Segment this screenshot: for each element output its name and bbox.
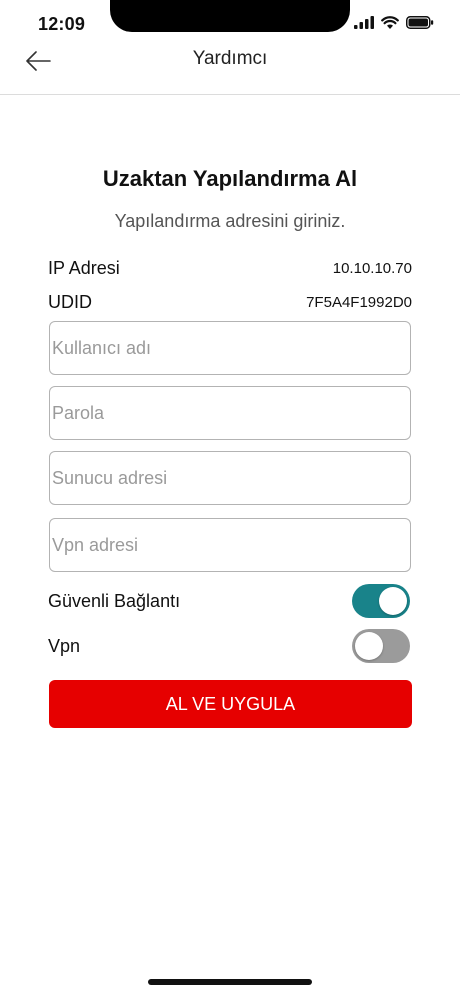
- page-title: Uzaktan Yapılandırma Al: [102, 166, 358, 191]
- home-indicator[interactable]: [148, 979, 312, 985]
- udid-row: UDID 7F5A4F1992D0: [48, 289, 412, 315]
- ip-address-row: IP Adresi 10.10.10.70: [48, 255, 412, 281]
- server-address-input[interactable]: [49, 451, 411, 505]
- udid-value: 7F5A4F1992D0: [306, 293, 412, 311]
- fetch-and-apply-button[interactable]: AL VE UYGULA: [49, 680, 412, 728]
- vpn-label: Vpn: [48, 635, 81, 656]
- wifi-icon: [381, 16, 399, 29]
- secure-connection-row: Güvenli Bağlantı: [48, 584, 410, 618]
- cellular-signal-icon: [354, 16, 374, 29]
- device-notch: [110, 0, 350, 32]
- password-input[interactable]: [49, 386, 411, 440]
- status-time: 12:09: [38, 14, 86, 34]
- ip-address-label: IP Adresi: [48, 257, 120, 278]
- vpn-toggle[interactable]: [352, 629, 410, 663]
- secure-connection-label: Güvenli Bağlantı: [48, 590, 181, 611]
- vpn-row: Vpn: [48, 629, 410, 663]
- ip-address-value: 10.10.10.70: [332, 259, 412, 277]
- status-icons: [354, 16, 434, 29]
- nav-header: Yardımcı: [0, 44, 460, 95]
- username-input[interactable]: [49, 321, 411, 375]
- udid-label: UDID: [48, 291, 92, 312]
- battery-icon: [406, 16, 434, 29]
- vpn-address-input[interactable]: [49, 518, 411, 572]
- secure-connection-toggle[interactable]: [352, 584, 410, 618]
- toggle-knob: [355, 632, 383, 660]
- status-bar: 12:09: [0, 0, 460, 44]
- header-title: Yardımcı: [192, 48, 268, 69]
- toggle-knob: [379, 587, 407, 615]
- page-subtitle: Yapılandırma adresini giriniz.: [114, 211, 346, 231]
